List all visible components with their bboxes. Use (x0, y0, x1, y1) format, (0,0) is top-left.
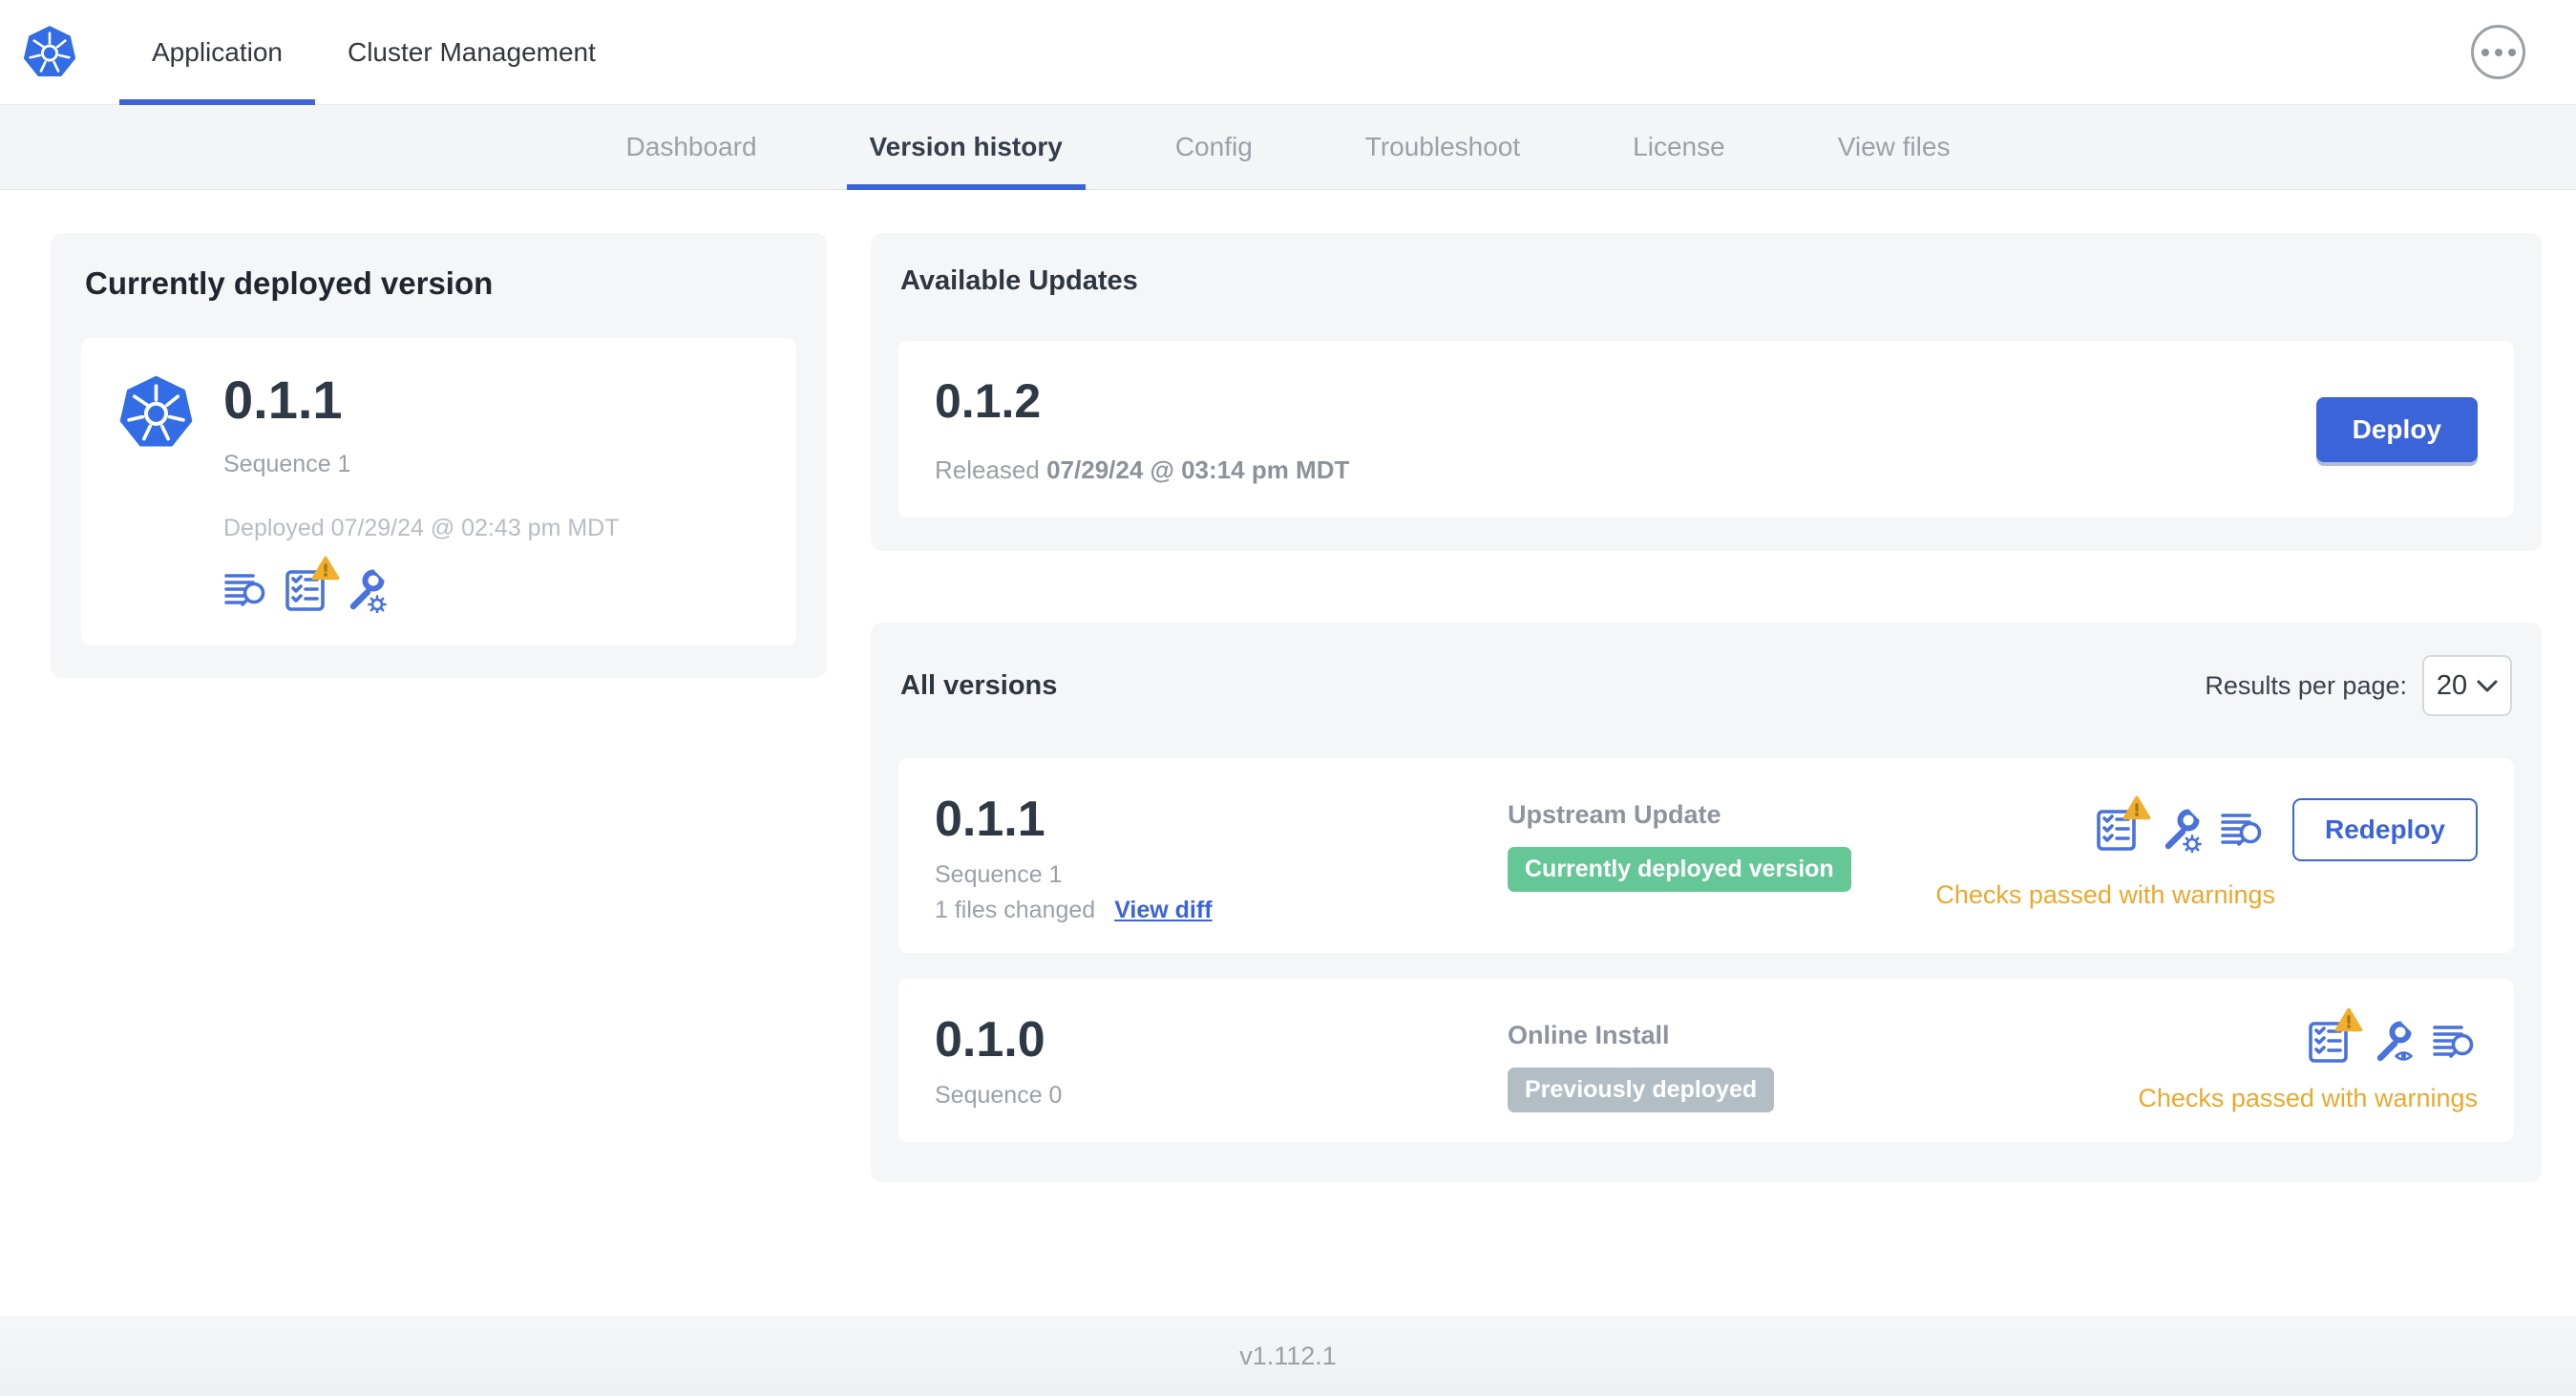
all-versions-panel: All versions Results per page: 20 0.1.1 … (871, 623, 2542, 1183)
kubernetes-logo-icon (22, 24, 77, 78)
view-config-icon[interactable] (2369, 1019, 2415, 1065)
preflight-status-text: Checks passed with warnings (2138, 1084, 2478, 1113)
preflight-checks-icon[interactable] (2094, 795, 2151, 853)
edit-config-icon[interactable] (342, 566, 388, 613)
all-versions-title: All versions (900, 669, 1058, 701)
header-actions (2471, 0, 2576, 104)
update-card: 0.1.2 Released 07/29/24 @ 03:14 pm MDT D… (898, 341, 2514, 518)
deployed-status-badge: Currently deployed version (1508, 847, 1851, 892)
tab-config[interactable]: Config (1152, 105, 1276, 189)
deployed-sequence: Sequence 1 (223, 450, 351, 477)
more-options-button[interactable] (2471, 25, 2525, 79)
currently-deployed-panel: Currently deployed version 0.1.1 Sequenc… (51, 233, 827, 678)
tab-view-files[interactable]: View files (1815, 105, 1974, 189)
tab-cluster-management-label: Cluster Management (347, 36, 596, 67)
deployed-panel-title: Currently deployed version (85, 265, 494, 301)
version-row: 0.1.0 Sequence 0 Online Install Previous… (898, 979, 2514, 1143)
row-sequence: Sequence 0 (935, 1082, 1063, 1110)
tab-version-history[interactable]: Version history (846, 105, 1087, 190)
version-history-page: Application Cluster Management Dashboard… (0, 0, 2576, 1396)
ellipsis-icon (2481, 48, 2489, 56)
deployed-version-number: 0.1.1 (223, 370, 343, 430)
preflight-checks-icon[interactable] (283, 556, 340, 613)
redeploy-button[interactable]: Redeploy (2291, 798, 2478, 861)
top-header: Application Cluster Management (0, 0, 2576, 105)
brand-logo (0, 0, 119, 104)
page-size-select[interactable]: 20 (2422, 655, 2512, 716)
deployed-status-badge: Previously deployed (1508, 1068, 1775, 1113)
tab-application-label: Application (152, 36, 283, 67)
logs-icon[interactable] (2220, 807, 2266, 853)
tab-dashboard[interactable]: Dashboard (603, 105, 780, 189)
results-per-page-label: Results per page: (2205, 670, 2407, 700)
app-subnav: Dashboard Version history Config Trouble… (0, 105, 2576, 190)
edit-config-icon[interactable] (2157, 807, 2203, 853)
version-row: 0.1.1 Sequence 1 1 files changed View di… (898, 758, 2514, 954)
deployed-timestamp: Deployed 07/29/24 @ 02:43 pm MDT (223, 514, 620, 541)
deploy-button[interactable]: Deploy (2315, 396, 2478, 462)
available-updates-panel: Available Updates 0.1.2 Released 07/29/2… (871, 233, 2542, 551)
preflight-checks-icon[interactable] (2306, 1007, 2363, 1065)
chevron-down-icon (2477, 680, 2498, 691)
page-footer: v1.112.1 (0, 1316, 2576, 1396)
row-version-number: 0.1.0 (935, 1012, 1045, 1068)
tab-cluster-management[interactable]: Cluster Management (315, 0, 628, 104)
logs-icon[interactable] (223, 567, 269, 613)
kubernetes-logo-icon (117, 374, 195, 452)
row-version-number: 0.1.1 (935, 792, 1045, 847)
tab-license[interactable]: License (1610, 105, 1748, 189)
app-nav-tabs: Application Cluster Management (119, 0, 628, 105)
deployed-version-card: 0.1.1 Sequence 1 Deployed 07/29/24 @ 02:… (81, 338, 796, 645)
files-changed-label: 1 files changed (935, 897, 1096, 924)
deployed-action-icons (223, 556, 620, 613)
update-released-date: 07/29/24 @ 03:14 pm MDT (1046, 455, 1350, 484)
logs-icon[interactable] (2432, 1019, 2478, 1065)
version-source-label: Online Install (1508, 1021, 1670, 1050)
tab-troubleshoot[interactable]: Troubleshoot (1342, 105, 1543, 189)
view-diff-link[interactable]: View diff (1114, 897, 1212, 924)
row-sequence: Sequence 1 (935, 861, 1063, 889)
tab-application[interactable]: Application (119, 0, 315, 105)
version-source-label: Upstream Update (1508, 800, 1721, 829)
update-version-number: 0.1.2 (935, 374, 1042, 428)
update-released-line: Released 07/29/24 @ 03:14 pm MDT (935, 455, 1350, 484)
main-content: Currently deployed version 0.1.1 Sequenc… (0, 190, 2576, 1183)
preflight-status-text: Checks passed with warnings (1935, 880, 2275, 909)
admin-console-version: v1.112.1 (1239, 1341, 1337, 1370)
app-icon (117, 370, 195, 613)
available-updates-title: Available Updates (900, 265, 1138, 296)
